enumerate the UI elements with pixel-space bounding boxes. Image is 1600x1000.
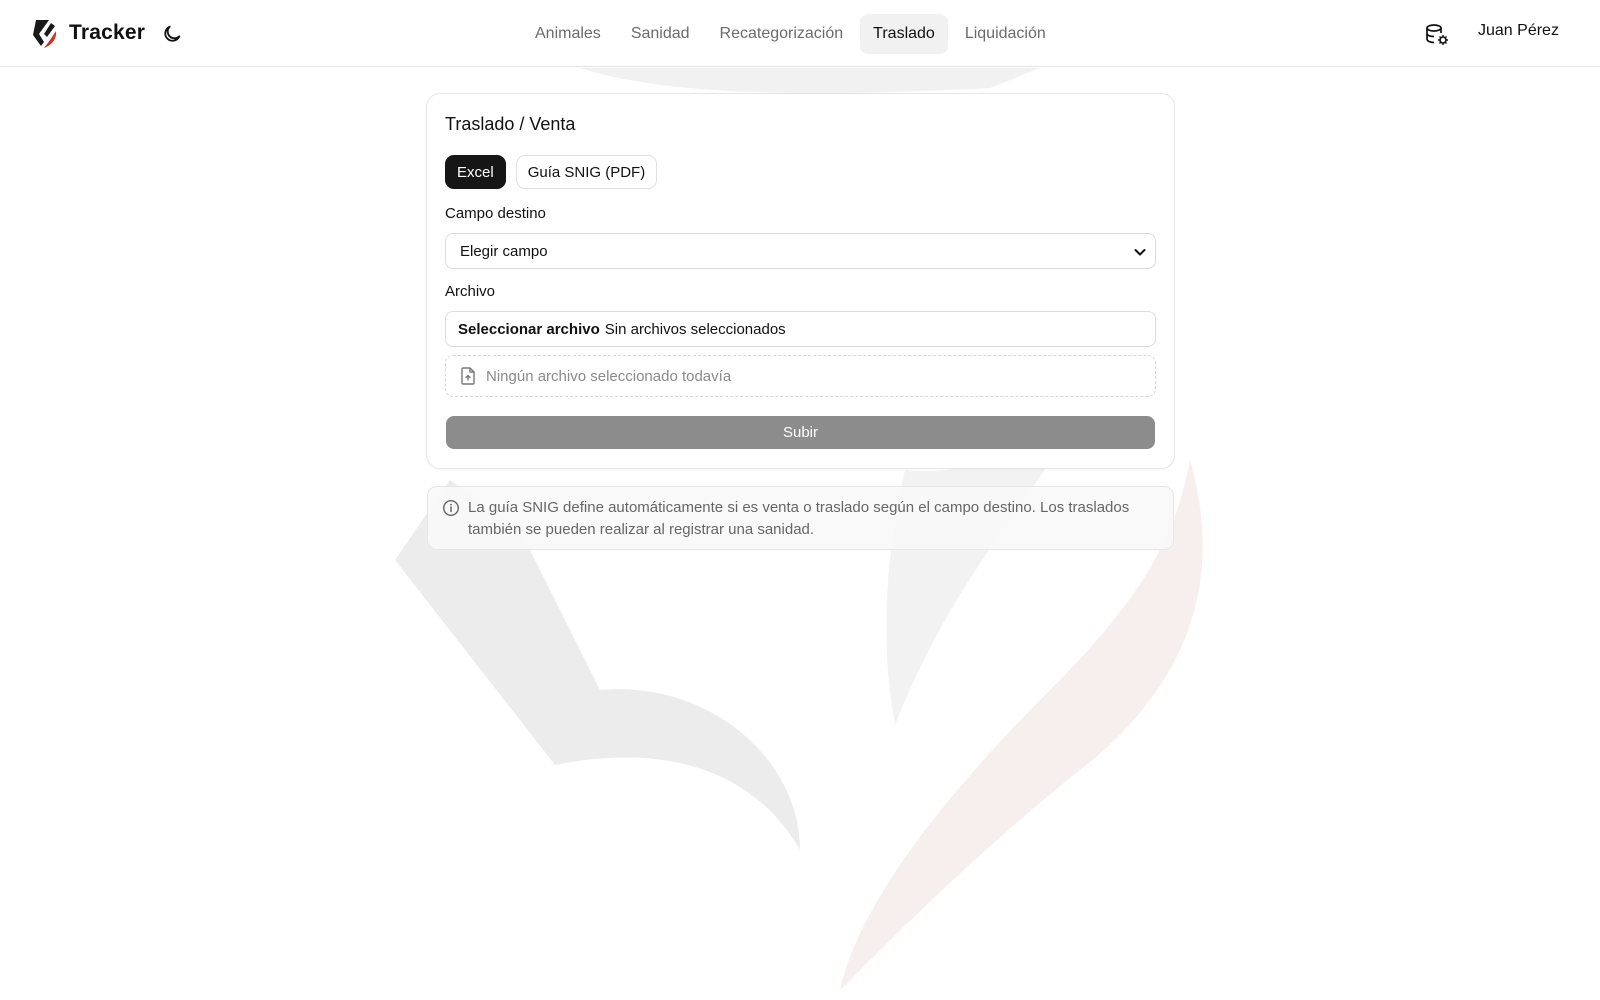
nav-traslado[interactable]: Traslado xyxy=(860,14,948,54)
tab-excel[interactable]: Excel xyxy=(445,155,506,189)
info-notice: La guía SNIG define automáticamente si e… xyxy=(427,486,1174,550)
file-dropzone: Ningún archivo seleccionado todavía xyxy=(445,355,1156,397)
upload-button[interactable]: Subir xyxy=(446,416,1155,449)
nav-sanidad[interactable]: Sanidad xyxy=(618,14,703,54)
moon-icon[interactable] xyxy=(161,23,183,45)
tab-guia-snig[interactable]: Guía SNIG (PDF) xyxy=(515,155,658,189)
info-text: La guía SNIG define automáticamente si e… xyxy=(468,499,1130,538)
file-status: Sin archivos seleccionados xyxy=(604,320,786,338)
brand-name: Tracker xyxy=(69,21,146,44)
brand[interactable]: Tracker xyxy=(30,16,145,50)
card-title: Traslado / Venta xyxy=(445,114,576,134)
destination-select[interactable]: Elegir campo xyxy=(445,233,1156,269)
destination-label: Campo destino xyxy=(445,205,546,222)
chevron-down-icon xyxy=(1134,249,1146,256)
nav-animales[interactable]: Animales xyxy=(522,14,614,54)
info-icon xyxy=(442,499,460,517)
database-settings-icon[interactable] xyxy=(1424,22,1450,48)
file-upload-icon xyxy=(461,367,475,385)
traslado-card: Traslado / Venta Excel Guía SNIG (PDF) C… xyxy=(426,93,1175,469)
top-header: Tracker Animales Sanidad Recategorizació… xyxy=(0,0,1600,67)
file-label: Archivo xyxy=(445,283,496,300)
destination-select-value: Elegir campo xyxy=(460,242,548,260)
user-menu[interactable]: Juan Pérez xyxy=(1478,22,1559,40)
import-type-tabs: Excel Guía SNIG (PDF) xyxy=(445,155,658,189)
dropzone-text: Ningún archivo seleccionado todavía xyxy=(486,367,732,385)
choose-file-button[interactable]: Seleccionar archivo xyxy=(458,321,600,338)
main-nav: Animales Sanidad Recategorización Trasla… xyxy=(522,14,1059,54)
nav-recategorizacion[interactable]: Recategorización xyxy=(707,14,857,54)
file-input[interactable]: Seleccionar archivo Sin archivos selecci… xyxy=(445,311,1156,347)
nav-liquidacion[interactable]: Liquidación xyxy=(952,14,1059,54)
tracker-logo-icon xyxy=(33,20,57,48)
